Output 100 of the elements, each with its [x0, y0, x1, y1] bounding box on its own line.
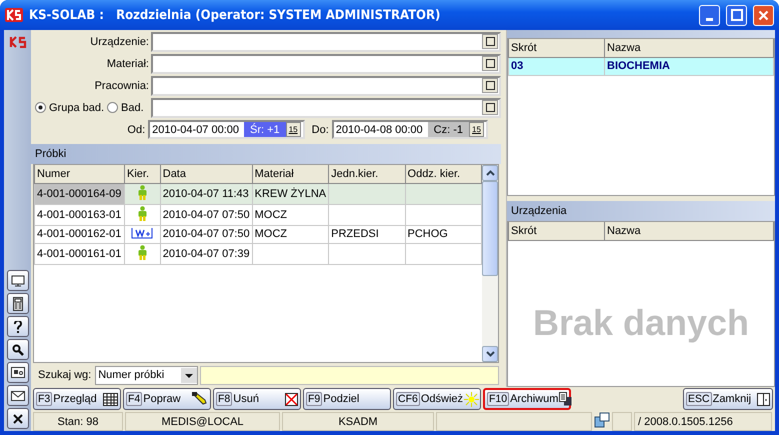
radio-button[interactable] — [107, 102, 118, 113]
column-header[interactable]: Materiał — [252, 165, 329, 183]
status-cell — [612, 412, 632, 431]
image-icon — [10, 367, 24, 378]
radio-label[interactable]: Grupa bad. — [49, 102, 104, 114]
status-database: MEDIS@LOCAL — [125, 412, 280, 431]
square-icon — [486, 103, 494, 112]
window-title: KS-SOLAB : Rozdzielnia (Operator: SYSTEM ADMINISTRATOR) — [29, 8, 442, 22]
column-header[interactable]: Numer — [34, 165, 124, 183]
logo-icon — [5, 8, 23, 22]
table-cell[interactable]: 03 — [508, 57, 604, 75]
column-header[interactable]: Data — [160, 165, 252, 183]
panel-header: Urządzenia — [507, 201, 775, 221]
dropdown-icon — [181, 368, 198, 382]
table-cell[interactable]: 4-001-000161-01 — [34, 243, 124, 264]
maximize-button[interactable] — [726, 4, 747, 26]
panel-header: Próbki — [31, 144, 501, 164]
table-cell: 2010-04-07 07:50 — [160, 204, 252, 225]
function-button[interactable]: F4 Popraw — [123, 388, 211, 410]
monitor-button[interactable] — [6, 270, 28, 291]
field-label: Do: — [312, 124, 329, 136]
square-icon — [486, 59, 494, 68]
calendar-button[interactable]: 15 — [286, 122, 301, 137]
function-button[interactable]: F8 Usuń — [213, 388, 301, 410]
minimize-icon — [706, 18, 713, 20]
scrollbar[interactable] — [482, 165, 498, 362]
calculator-icon — [12, 296, 22, 310]
function-button[interactable]: F3 Przegląd — [33, 388, 121, 410]
radio-label[interactable]: Bad. — [121, 102, 144, 114]
table-cell[interactable]: 4-001-000164-09 — [34, 183, 124, 204]
person-icon — [138, 244, 147, 260]
search-button[interactable] — [6, 339, 28, 360]
picker-button[interactable] — [482, 78, 498, 93]
door-icon — [757, 392, 770, 406]
image-button[interactable] — [6, 362, 28, 383]
filter-field[interactable] — [151, 76, 501, 96]
search-by-dropdown[interactable]: Numer próbki — [95, 366, 198, 384]
maximize-icon — [730, 9, 742, 21]
close-icon — [758, 10, 769, 20]
field-label: Urządzenie: — [89, 36, 150, 48]
filter-field[interactable] — [151, 98, 501, 118]
table-cell[interactable]: 4-001-000162-01 — [34, 225, 124, 243]
calendar-button[interactable]: 15 — [469, 122, 484, 137]
minimize-button[interactable] — [699, 4, 720, 26]
table-cell: 2010-04-07 11:43 — [160, 183, 252, 204]
table-cell: PRZEDSI — [328, 225, 406, 243]
date-field[interactable]: 2010-04-07 00:00 Śr: +1 15 — [148, 120, 305, 139]
function-button[interactable]: CF6 Odśwież — [393, 388, 481, 410]
picker-button[interactable] — [482, 100, 498, 115]
column-header[interactable]: Jedn.kier. — [328, 165, 406, 183]
column-header[interactable]: Kier. — [124, 165, 160, 183]
field-label: Pracownia: — [94, 80, 150, 92]
square-icon — [486, 37, 494, 46]
column-header[interactable]: Oddz. kier. — [405, 165, 482, 183]
table-cell[interactable]: 4-001-000163-01 — [34, 204, 124, 225]
monitor-icon — [10, 274, 24, 286]
table-icon — [103, 392, 118, 406]
filter-field[interactable] — [151, 32, 501, 52]
close-window-button[interactable]: ESC Zamknij — [683, 388, 773, 410]
function-button[interactable]: F9 Podziel — [303, 388, 391, 410]
help-button[interactable] — [6, 316, 28, 337]
radio-button[interactable] — [35, 102, 46, 113]
table-cell: 2010-04-07 07:50 — [160, 225, 252, 243]
day-tag: Cz: -1 — [428, 122, 469, 137]
table-cell: KREW ŻYLNA — [252, 183, 329, 204]
filter-field[interactable] — [151, 54, 501, 74]
column-header[interactable]: Skrót — [508, 39, 604, 57]
mail-icon — [10, 390, 24, 400]
search-label: Szukaj wg: — [38, 369, 92, 381]
search-icon — [12, 344, 24, 356]
table-cell: MOCZ — [252, 225, 329, 243]
close-button[interactable] — [6, 408, 28, 429]
mail-button[interactable] — [6, 385, 28, 406]
date-field[interactable]: 2010-04-08 00:00 Cz: -1 15 — [332, 120, 488, 139]
delete-icon — [285, 392, 298, 406]
search-field[interactable] — [200, 366, 499, 384]
logo-icon — [8, 36, 26, 48]
status-count: Stan: 98 — [33, 412, 123, 431]
copy-icon — [559, 392, 572, 406]
ward-icon — [131, 226, 154, 238]
status-user: KSADM — [282, 412, 434, 431]
calculator-button[interactable] — [6, 293, 28, 314]
table-cell[interactable]: BIOCHEMIA — [604, 57, 774, 75]
field-label: Od: — [127, 124, 146, 136]
picker-button[interactable] — [482, 56, 498, 71]
pen-icon — [191, 392, 208, 406]
help-icon — [14, 320, 22, 332]
day-tag: Śr: +1 — [244, 122, 286, 137]
column-header[interactable]: Skrót — [508, 222, 604, 240]
function-button[interactable]: F10 Archiwum — [483, 388, 571, 410]
field-label: Materiał: — [106, 58, 150, 70]
person-icon — [138, 206, 147, 220]
table-cell: MOCZ — [252, 204, 329, 225]
close-icon — [12, 414, 22, 424]
column-header[interactable]: Nazwa — [604, 39, 774, 57]
picker-button[interactable] — [482, 34, 498, 49]
table-cell: 2010-04-07 07:39 — [160, 243, 252, 264]
column-header[interactable]: Nazwa — [604, 222, 774, 240]
empty-message: Brak danych — [532, 302, 750, 344]
dot-icon — [38, 105, 43, 110]
